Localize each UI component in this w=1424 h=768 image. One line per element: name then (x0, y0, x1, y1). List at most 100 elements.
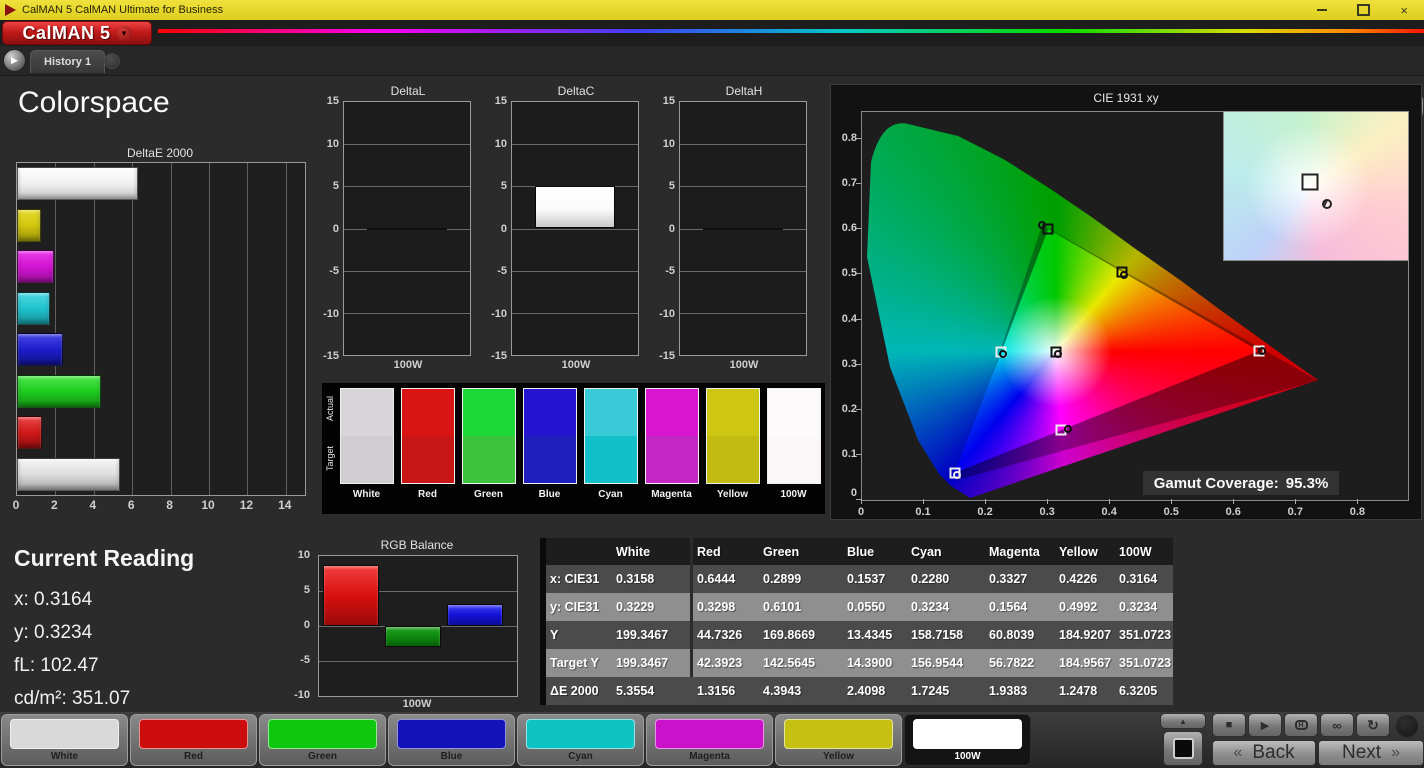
patch-button-100w[interactable]: 100W (904, 714, 1031, 766)
actual-target-strip: Actual Target White Red Green Blue Cyan Magen… (322, 383, 825, 514)
rgb-balance-title: RGB Balance (380, 538, 454, 552)
row-label: x: CIE31 (543, 565, 612, 593)
table-header: Red (693, 538, 759, 565)
table-cell: 0.3234 (907, 593, 985, 621)
strip-column-label: Cyan (598, 489, 623, 500)
target-swatch (462, 436, 515, 483)
next-button[interactable]: Next » (1318, 740, 1424, 766)
actual-swatch (584, 389, 637, 436)
current-reading-values: x: 0.3164 y: 0.3234 fL: 102.47 cd/m²: 351.0… (14, 583, 130, 715)
stop-measure-button[interactable] (1163, 731, 1203, 766)
measured-marker-blue (953, 471, 962, 480)
patch-button-green[interactable]: Green (259, 714, 386, 766)
patch-button-yellow[interactable]: Yellow (775, 714, 902, 766)
axis-tick-label: 0.7 (841, 177, 857, 190)
axis-tick-label: 0.2 (977, 506, 993, 518)
axis-tick-label: 10 (662, 137, 675, 150)
axis-tick-label: 0.3 (841, 357, 857, 370)
tick-mark (856, 453, 861, 455)
delta-e-bar-white (17, 457, 120, 491)
patch-button-cyan[interactable]: Cyan (517, 714, 644, 766)
patch-button-white[interactable]: White (1, 714, 128, 766)
back-button[interactable]: « Back (1212, 740, 1316, 766)
axis-tick-label: 15 (494, 95, 507, 107)
stop-button[interactable]: ■ (1212, 713, 1246, 737)
rainbow-strip (158, 29, 1424, 33)
delta-e-bar-magenta (17, 250, 55, 284)
table-cell: 0.2899 (759, 565, 843, 593)
rgb-bar-red (322, 565, 379, 626)
expand-panel-button[interactable]: ▶ (3, 49, 26, 72)
actual-swatch (767, 389, 820, 436)
axis-tick-label: -5 (300, 654, 310, 666)
patch-label: Red (184, 751, 203, 762)
deltal-chart: DeltaL 15 10 5 0 -5 -10 -15 100W (317, 84, 473, 380)
axis-tick-label: 10 (297, 549, 310, 561)
tick-mark (1357, 499, 1359, 504)
new-tab-button[interactable] (104, 53, 120, 69)
close-icon[interactable]: × (1400, 4, 1408, 17)
axis-tick-label: 0.4 (1101, 506, 1117, 518)
table-cell: 56.7822 (985, 649, 1055, 677)
strip-column-label: 100W (780, 489, 807, 500)
patch-button-magenta[interactable]: Magenta (646, 714, 773, 766)
tick-mark (856, 408, 861, 410)
refresh-button[interactable]: ↻ (1356, 713, 1390, 737)
chart-title: DeltaH (725, 84, 763, 98)
axis-tick-label: -10 (659, 307, 675, 320)
gridline (512, 312, 638, 314)
patch-label: Green (308, 751, 337, 762)
axis-tick-label: 0.5 (841, 267, 857, 280)
play-button[interactable]: ▶ (1248, 713, 1282, 737)
axis-tick-label: 5 (303, 584, 310, 596)
patch-button-blue[interactable]: Blue (388, 714, 515, 766)
axis-tick-label: -15 (491, 350, 507, 362)
reading-value: x: 0.3164 (14, 589, 93, 610)
strip-column-magenta: Magenta (642, 388, 701, 514)
minimize-icon[interactable] (1317, 9, 1328, 11)
row-label: ΔE 2000 (543, 677, 612, 705)
continuous-measure-button[interactable]: ∞ (1320, 713, 1354, 737)
table-cell: 0.0550 (843, 593, 907, 621)
expand-controls-button[interactable]: ▲ (1160, 713, 1206, 729)
axis-tick-label: 10 (494, 137, 507, 150)
inset-target-marker (1301, 173, 1319, 191)
tick-mark (856, 138, 861, 140)
deltah-chart: DeltaH 15 10 5 0 -5 -10 -15 100W (653, 84, 809, 380)
axis-tick-label: 0 (332, 222, 339, 235)
delta-bar (534, 186, 616, 229)
calman-logo[interactable]: CalMAN 5 ▼ (2, 21, 152, 45)
table-cell: 2.4098 (843, 677, 907, 705)
axis-tick-label: 5 (500, 180, 507, 192)
maximize-icon[interactable] (1357, 4, 1371, 16)
axis-tick-label: 0.1 (841, 447, 857, 460)
axis-tick-label: 0.5 (1163, 506, 1179, 518)
gridline (512, 144, 638, 146)
back-chevron-icon: « (1233, 744, 1243, 761)
table-cell: 13.4345 (843, 621, 907, 649)
measured-marker-green (1037, 220, 1046, 229)
patch-swatch (397, 719, 506, 749)
measured-marker-yellow (1120, 270, 1129, 279)
rgb-balance-xlabel: 100W (402, 698, 432, 710)
table-cell: 0.3327 (985, 565, 1055, 593)
strip-column-cyan: Cyan (581, 388, 640, 514)
patch-button-red[interactable]: Red (130, 714, 257, 766)
table-row: x: CIE31 0.3158 0.6444 0.2899 0.1537 0.2280 0.… (543, 565, 1173, 593)
delta-e-plot (16, 162, 306, 496)
small-delta-charts: DeltaL 15 10 5 0 -5 -10 -15 100W DeltaC 15 10 5 0 -5 -1… (317, 84, 841, 380)
strip-axis-labels: Actual Target (324, 388, 337, 514)
tick-mark (856, 273, 861, 275)
table-cell: 4.3943 (759, 677, 843, 705)
strip-column-yellow: Yellow (703, 388, 762, 514)
logo-caret-icon[interactable]: ▼ (116, 25, 132, 41)
measured-marker-cyan (999, 350, 1008, 359)
save-button[interactable]: H (1284, 713, 1318, 737)
page-title: Colorspace (18, 86, 170, 119)
patch-swatch (139, 719, 248, 749)
delta-e-bar-green (17, 374, 102, 408)
table-cell: 351.0723 (1115, 621, 1173, 649)
actual-swatch (401, 389, 454, 436)
status-led (1396, 715, 1418, 737)
tab-history-1[interactable]: History 1 (30, 50, 106, 73)
